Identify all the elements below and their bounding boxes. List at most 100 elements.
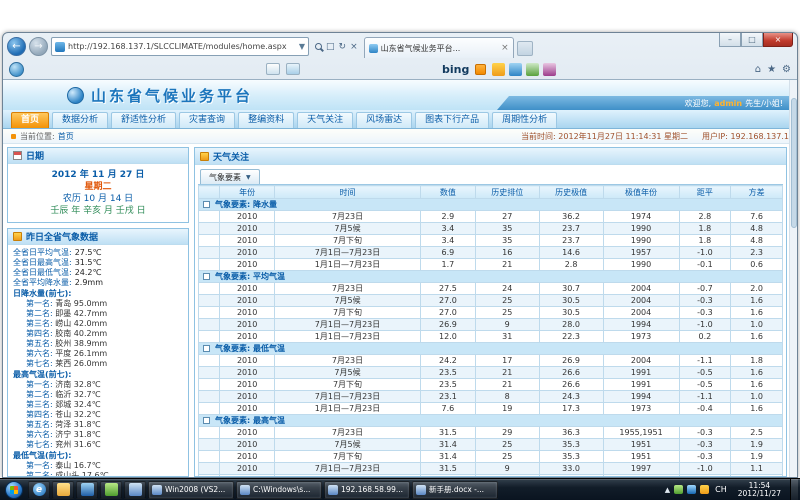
new-tab-button[interactable] (517, 41, 533, 56)
group-checkbox[interactable] (203, 201, 210, 208)
table-row[interactable]: 20107月下旬31.42535.31951-0.31.9 (199, 451, 783, 463)
table-cell: 1951 (603, 451, 679, 463)
tray-expand-icon[interactable]: ▲ (665, 486, 670, 494)
table-group-row[interactable]: 气象要素: 降水量 (199, 199, 783, 211)
browser-tab[interactable]: 山东省气候业务平台... × (364, 37, 514, 58)
table-row[interactable]: 20107月下旬23.52126.61991-0.51.6 (199, 379, 783, 391)
toolbar-icon-3[interactable] (526, 63, 539, 76)
start-button[interactable] (2, 480, 26, 500)
nav-item-3[interactable]: 舒适性分析 (111, 112, 176, 128)
table-row[interactable]: 20107月1日—7月23日26.9928.01994-1.01.0 (199, 319, 783, 331)
table-row[interactable]: 20107月23日31.52936.31955,1951-0.32.5 (199, 427, 783, 439)
table-row[interactable]: 20107月23日2.92736.219742.87.6 (199, 211, 783, 223)
group-header-cell[interactable]: 气象要素: 最低气温 (199, 343, 783, 355)
table-row[interactable]: 20107月5候27.02530.52004-0.31.6 (199, 295, 783, 307)
table-row[interactable]: 20101月1日—7月23日1.7212.81990-0.10.6 (199, 259, 783, 271)
column-header[interactable]: 时间 (275, 186, 421, 199)
minimize-button[interactable]: – (719, 33, 741, 47)
table-row[interactable]: 20101月1日—7月23日17.82123.91973-0.21.4 (199, 475, 783, 477)
taskbar-clock[interactable]: 11:54 2012/11/27 (733, 482, 786, 498)
nav-item-2[interactable]: 数据分析 (52, 112, 108, 128)
rank-value: 郯城 32.4℃ (53, 400, 101, 409)
taskbar-app2-icon[interactable] (124, 481, 146, 499)
taskbar-media-player-icon[interactable] (76, 481, 98, 499)
table-group-row[interactable]: 气象要素: 最高气温 (199, 415, 783, 427)
nav-item-4[interactable]: 灾害查询 (179, 112, 235, 128)
breadcrumb-value[interactable]: 首页 (58, 131, 74, 142)
table-row[interactable]: 20107月下旬27.02530.52004-0.31.6 (199, 307, 783, 319)
nav-item-6[interactable]: 天气关注 (297, 112, 353, 128)
taskbar-ie-icon[interactable]: e (28, 481, 50, 499)
page-scrollbar[interactable] (789, 80, 797, 477)
tab-close-icon[interactable]: × (501, 43, 509, 53)
toolbar-icon-2[interactable] (509, 63, 522, 76)
close-button[interactable]: × (763, 33, 793, 47)
taskbar-window-button-4[interactable]: 新手册.docx -... (412, 481, 498, 499)
table-row[interactable]: 20107月5候3.43523.719901.84.8 (199, 223, 783, 235)
compatibility-icon[interactable]: □ (326, 42, 335, 52)
table-row[interactable]: 20107月5候23.52126.61991-0.51.6 (199, 367, 783, 379)
taskbar-window-button-1[interactable]: Win2008 (VS2... (148, 481, 234, 499)
nav-item-7[interactable]: 风场雷达 (356, 112, 412, 128)
message-icon[interactable] (286, 63, 300, 75)
search-icon[interactable] (315, 43, 322, 50)
table-row[interactable]: 20107月23日24.21726.92004-1.11.8 (199, 355, 783, 367)
group-checkbox[interactable] (203, 345, 210, 352)
element-filter-button[interactable]: 气象要素 ▼ (200, 169, 260, 184)
stop-icon[interactable]: × (350, 42, 358, 52)
column-header[interactable]: 历史排位 (475, 186, 539, 199)
address-dropdown-icon[interactable]: ▼ (299, 42, 305, 51)
nav-item-1[interactable]: 首页 (11, 112, 49, 128)
mail-icon[interactable] (266, 63, 280, 75)
address-bar[interactable]: http://192.168.137.1/SLCCLIMATE/modules/… (51, 37, 309, 56)
tray-volume-icon[interactable] (700, 485, 709, 494)
favorites-icon[interactable]: ★ (767, 64, 776, 75)
group-header-cell[interactable]: 气象要素: 平均气温 (199, 271, 783, 283)
toolbar-icon-1[interactable] (492, 63, 505, 76)
home-icon[interactable]: ⌂ (755, 64, 761, 75)
bing-button-icon[interactable] (475, 64, 486, 75)
tray-network-icon[interactable] (687, 485, 696, 494)
maximize-button[interactable]: □ (741, 33, 763, 47)
column-header[interactable]: 方差 (731, 186, 783, 199)
tray-antivirus-icon[interactable] (674, 485, 683, 494)
nav-item-9[interactable]: 周期性分析 (492, 112, 557, 128)
taskbar-window-button-3[interactable]: 192.168.58.99... (324, 481, 410, 499)
nav-item-5[interactable]: 整编资料 (238, 112, 294, 128)
group-checkbox[interactable] (203, 417, 210, 424)
table-row[interactable]: 20101月1日—7月23日12.03122.319730.21.6 (199, 331, 783, 343)
toolbar-icon-4[interactable] (543, 63, 556, 76)
bing-logo[interactable]: bing (442, 63, 469, 76)
browser-back-button[interactable]: ← (7, 37, 26, 56)
column-header[interactable]: 距平 (679, 186, 731, 199)
column-header[interactable]: 数值 (421, 186, 476, 199)
show-desktop-button[interactable] (790, 479, 798, 500)
taskbar-explorer-icon[interactable] (52, 481, 74, 499)
table-row[interactable]: 20107月1日—7月23日31.5933.01997-1.01.1 (199, 463, 783, 475)
language-indicator[interactable]: CH (713, 485, 729, 494)
group-checkbox[interactable] (203, 273, 210, 280)
settings-gear-icon[interactable]: ⚙ (782, 64, 791, 75)
column-header[interactable]: 年份 (220, 186, 275, 199)
column-header[interactable]: 历史极值 (539, 186, 603, 199)
nav-item-8[interactable]: 图表下行产品 (415, 112, 489, 128)
browser-assistant-icon[interactable] (9, 62, 24, 77)
table-group-row[interactable]: 气象要素: 平均气温 (199, 271, 783, 283)
table-row[interactable]: 20107月1日—7月23日6.91614.61957-1.02.3 (199, 247, 783, 259)
refresh-icon[interactable]: ↻ (339, 42, 347, 52)
browser-forward-button[interactable]: → (29, 37, 48, 56)
row-expander-cell (199, 451, 220, 463)
group-header-cell[interactable]: 气象要素: 最高气温 (199, 415, 783, 427)
table-row[interactable]: 20101月1日—7月23日7.61917.31973-0.41.6 (199, 403, 783, 415)
table-group-row[interactable]: 气象要素: 最低气温 (199, 343, 783, 355)
table-row[interactable]: 20107月5候31.42535.31951-0.31.9 (199, 439, 783, 451)
column-header[interactable]: 极值年份 (603, 186, 679, 199)
table-row[interactable]: 20107月23日27.52430.72004-0.72.0 (199, 283, 783, 295)
group-header-cell[interactable]: 气象要素: 降水量 (199, 199, 783, 211)
table-row[interactable]: 20107月1日—7月23日23.1824.31994-1.11.0 (199, 391, 783, 403)
rank-value: 平度 26.1mm (53, 349, 107, 358)
taskbar-app1-icon[interactable] (100, 481, 122, 499)
taskbar-window-button-2[interactable]: C:\Windows\s... (236, 481, 322, 499)
scrollbar-thumb[interactable] (791, 98, 797, 228)
table-row[interactable]: 20107月下旬3.43523.719901.84.8 (199, 235, 783, 247)
